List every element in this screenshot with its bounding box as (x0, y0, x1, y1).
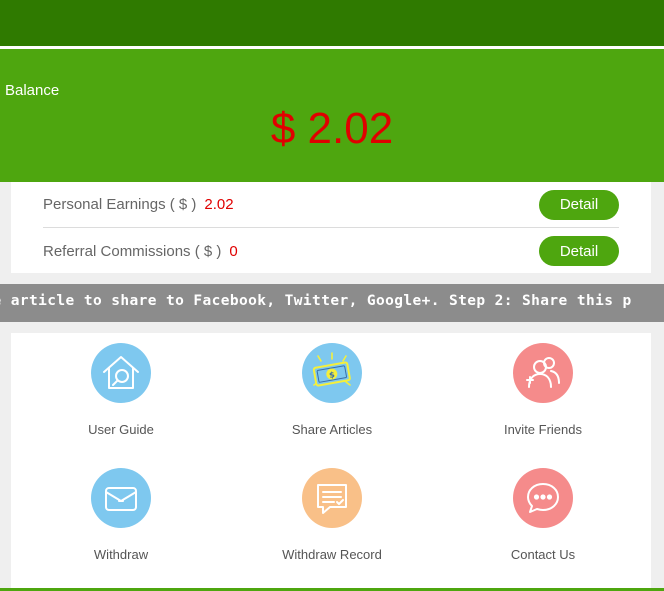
house-search-icon (91, 343, 151, 403)
top-bar (0, 0, 664, 46)
menu-label-withdraw-record: Withdraw Record (282, 547, 382, 562)
personal-earnings-value: 2.02 (204, 196, 234, 213)
menu-grid: User Guide $ Share Articles Invite Frien… (11, 333, 651, 588)
menu-label-user-guide: User Guide (88, 422, 154, 437)
balance-label: Balance (5, 82, 60, 99)
balance-amount: $ 2.02 (270, 104, 394, 153)
record-icon (302, 468, 362, 528)
earnings-card: Personal Earnings ( $ ) 2.02 Detail Refe… (11, 182, 651, 273)
menu-label-invite-friends: Invite Friends (503, 422, 583, 437)
personal-earnings-row: Personal Earnings ( $ ) 2.02 Detail (43, 182, 619, 228)
menu-label-contact-us: Contact Us (510, 547, 576, 562)
personal-earnings-label: Personal Earnings ( $ ) (43, 196, 197, 213)
menu-item-share-articles[interactable]: $ Share Articles (252, 333, 412, 443)
personal-earnings-detail-button[interactable]: Detail (539, 189, 619, 220)
referral-commissions-detail-button[interactable]: Detail (539, 236, 619, 266)
marquee-text: e the article to share to Facebook, Twit… (0, 293, 632, 309)
menu-item-contact-us[interactable]: Contact Us (463, 458, 623, 568)
menu-item-withdraw-record[interactable]: Withdraw Record (252, 458, 412, 568)
people-add-icon (513, 343, 573, 403)
menu-item-invite-friends[interactable]: Invite Friends (463, 333, 623, 443)
menu-item-user-guide[interactable]: User Guide (41, 333, 201, 443)
chat-icon (513, 468, 573, 528)
menu-label-withdraw: Withdraw (93, 547, 149, 562)
menu-item-withdraw[interactable]: Withdraw (41, 458, 201, 568)
referral-commissions-row: Referral Commissions ( $ ) 0 Detail (43, 228, 619, 274)
referral-commissions-label: Referral Commissions ( $ ) (43, 242, 222, 260)
money-icon: $ (302, 343, 362, 403)
wallet-icon (91, 468, 151, 528)
notice-marquee: e the article to share to Facebook, Twit… (0, 284, 664, 322)
referral-commissions-value: 0 (229, 242, 238, 260)
menu-label-share-articles: Share Articles (291, 422, 373, 437)
balance-panel: Balance $ 2.02 (0, 49, 664, 182)
